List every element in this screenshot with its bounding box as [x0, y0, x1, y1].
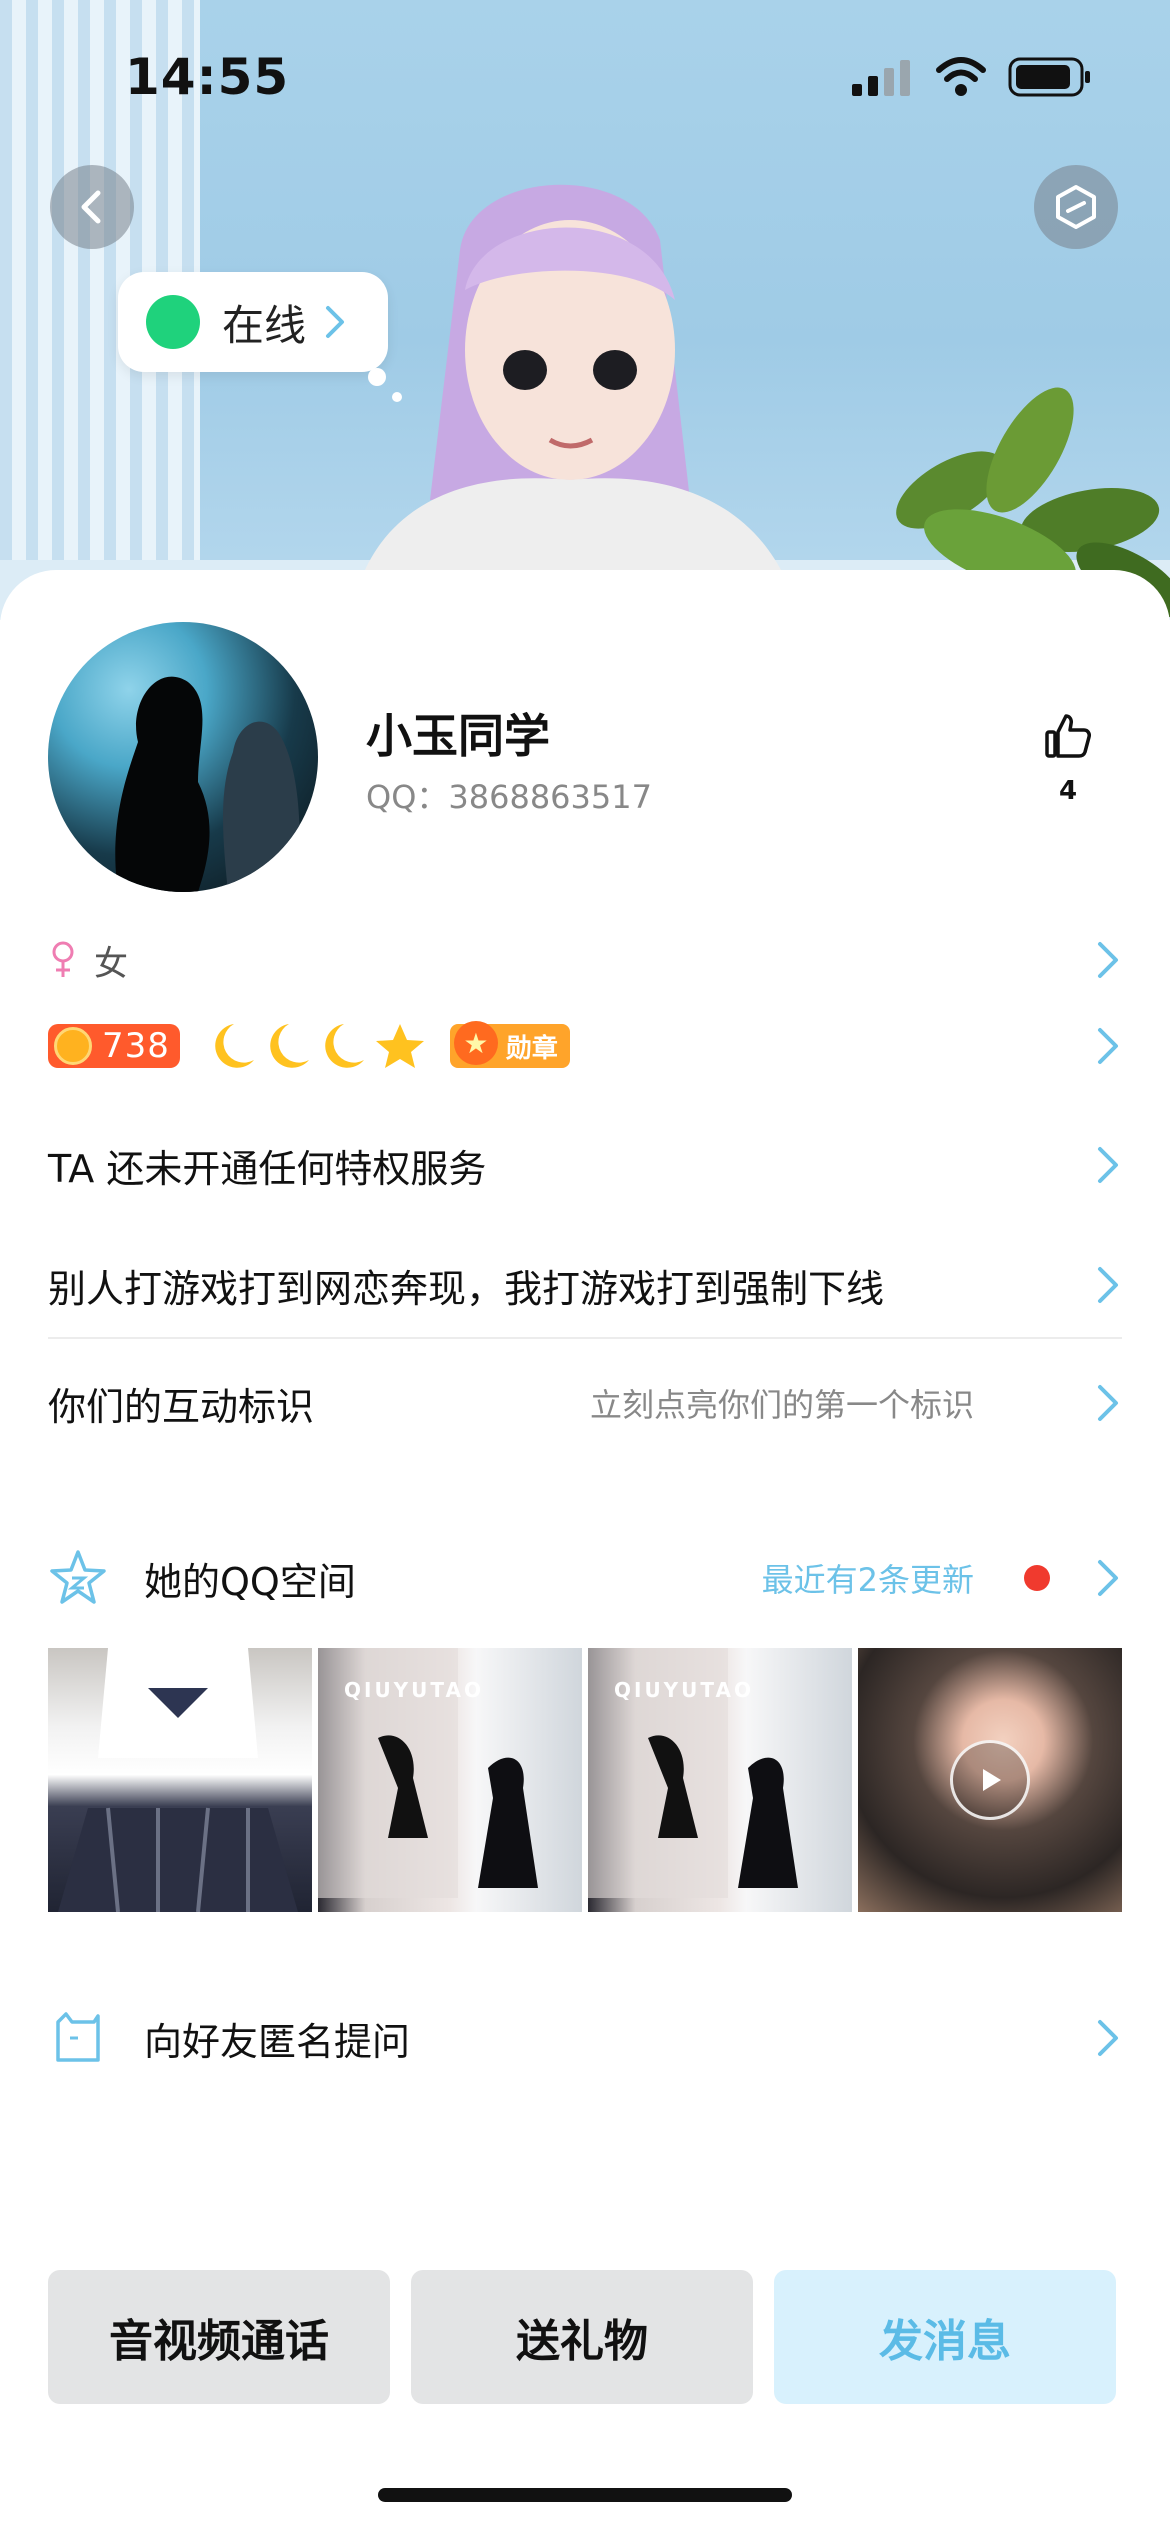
- back-button[interactable]: [50, 165, 134, 249]
- level-row[interactable]: 738 ★ 勋章: [48, 1014, 1122, 1078]
- female-symbol-icon: [52, 941, 74, 977]
- like-count: 4: [1058, 776, 1078, 806]
- signature-row[interactable]: 别人打游戏打到网恋奔现，我打游戏打到强制下线: [48, 1250, 1122, 1320]
- wifi-icon: [936, 57, 986, 96]
- signature-text: 别人打游戏打到网恋奔现，我打游戏打到强制下线: [48, 1266, 885, 1311]
- privilege-row[interactable]: TA 还未开通任何特权服务: [48, 1130, 1122, 1200]
- qq-number[interactable]: QQ：3868863517: [366, 772, 652, 818]
- qzone-photo-1[interactable]: [48, 1648, 312, 1912]
- anonymous-question-row[interactable]: 向好友匿名提问: [48, 2000, 1122, 2076]
- interaction-label: 你们的互动标识: [48, 1384, 315, 1429]
- gender-text: 女: [94, 943, 128, 984]
- hexagon-icon: [1056, 185, 1096, 229]
- sun-icon: [54, 1027, 92, 1065]
- online-status-bubble[interactable]: 在线: [118, 272, 388, 372]
- medal-label: 勋章: [505, 1033, 558, 1064]
- level-number: 738: [102, 1026, 170, 1066]
- update-dot-icon: [1024, 1565, 1050, 1591]
- medal-star-icon: ★: [453, 1021, 498, 1065]
- avatar[interactable]: [48, 622, 318, 892]
- chevron-right-icon: [1098, 2020, 1118, 2056]
- signal-icon: [852, 60, 910, 96]
- avatar-photo: [115, 676, 300, 892]
- video-call-button[interactable]: 音视频通话: [48, 2270, 390, 2404]
- photo-caption: QIUYUTAO: [614, 1678, 754, 1702]
- ghost-box-icon: [56, 2012, 100, 2062]
- level-moons-stars-icon: [215, 1024, 424, 1068]
- level-badge: 738: [48, 1024, 180, 1068]
- qzone-update-text: 最近有2条更新: [761, 1561, 974, 1599]
- qzone-photo-2[interactable]: QIUYUTAO: [318, 1648, 582, 1912]
- bubble-tail-small: [392, 392, 402, 402]
- chevron-right-icon: [1098, 1147, 1118, 1183]
- chevron-right-icon: [1098, 942, 1118, 978]
- divider: [48, 1337, 1122, 1339]
- settings-button[interactable]: [1034, 165, 1118, 249]
- avatar-character-illustration: [350, 184, 800, 620]
- battery-icon: [1008, 57, 1090, 97]
- anonymous-question-text: 向好友匿名提问: [144, 2019, 411, 2064]
- chevron-left-icon: [81, 190, 101, 224]
- qzone-video-4[interactable]: [858, 1648, 1122, 1912]
- qzone-title: 她的QQ空间: [144, 1559, 356, 1604]
- qzone-star-icon: [50, 1550, 106, 1604]
- chevron-right-icon: [1098, 1267, 1118, 1303]
- send-gift-button[interactable]: 送礼物: [411, 2270, 753, 2404]
- chevron-right-icon: [1098, 1560, 1118, 1596]
- online-status-text: 在线: [222, 300, 307, 350]
- status-time: 14:55: [125, 48, 290, 106]
- photo-content: [58, 1648, 298, 1912]
- bubble-tail: [368, 368, 386, 386]
- chevron-right-icon: [1098, 1028, 1118, 1064]
- privilege-text: TA 还未开通任何特权服务: [48, 1146, 487, 1191]
- chevron-right-icon: [1098, 1385, 1118, 1421]
- thumbs-up-icon[interactable]: [1044, 712, 1092, 760]
- play-triangle: [983, 1769, 1001, 1791]
- home-indicator[interactable]: [378, 2488, 792, 2502]
- send-message-button[interactable]: 发消息: [774, 2270, 1116, 2404]
- nickname: 小玉同学: [366, 709, 550, 763]
- gender-row[interactable]: 女: [48, 930, 1122, 990]
- online-dot-icon: [146, 295, 200, 349]
- interaction-row[interactable]: 你们的互动标识 立刻点亮你们的第一个标识: [48, 1368, 1122, 1438]
- qzone-photo-3[interactable]: QIUYUTAO: [588, 1648, 852, 1912]
- interaction-hint: 立刻点亮你们的第一个标识: [589, 1386, 974, 1424]
- qzone-row[interactable]: 她的QQ空间 最近有2条更新: [48, 1540, 1122, 1616]
- photo-caption: QIUYUTAO: [344, 1678, 484, 1702]
- medal-badge: ★ 勋章: [449, 1021, 570, 1068]
- play-icon[interactable]: [950, 1740, 1030, 1820]
- chevron-right-icon: [326, 306, 345, 338]
